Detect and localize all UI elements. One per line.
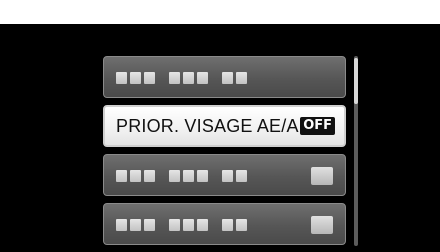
menu-item-label: PRIOR. VISAGE AE/AF bbox=[116, 116, 310, 136]
menu-item-3[interactable] bbox=[103, 154, 346, 196]
menu-item-1[interactable] bbox=[103, 56, 346, 98]
blurred-label-placeholder bbox=[116, 219, 247, 231]
blurred-value-icon bbox=[311, 216, 333, 234]
settings-menu: PRIOR. VISAGE AE/AF OFF bbox=[103, 56, 346, 252]
camera-menu-screen: PRIOR. VISAGE AE/AF OFF bbox=[0, 24, 440, 252]
scrollbar-thumb[interactable] bbox=[354, 58, 358, 104]
menu-item-4[interactable] bbox=[103, 203, 346, 245]
menu-scrollbar[interactable] bbox=[354, 56, 358, 246]
blurred-value-icon bbox=[311, 167, 333, 185]
blurred-label-placeholder bbox=[116, 170, 247, 182]
blurred-label-placeholder bbox=[116, 72, 247, 84]
menu-item-face-priority-ae-af[interactable]: PRIOR. VISAGE AE/AF OFF bbox=[103, 105, 346, 147]
off-value-badge: OFF bbox=[300, 117, 335, 135]
